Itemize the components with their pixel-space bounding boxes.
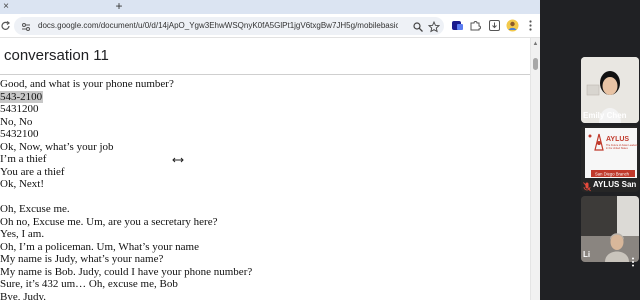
extension-icon[interactable]: [451, 19, 464, 32]
highlighted-text-line: 543-2100: [0, 90, 44, 103]
svg-text:AYLUS: AYLUS: [606, 136, 629, 143]
document-header: conversation 11: [0, 39, 540, 75]
document-line: Ok, Next!: [0, 178, 44, 190]
mic-off-icon: [583, 179, 591, 192]
participant-tile-emily-chen[interactable]: Emily Chen: [581, 57, 639, 123]
address-bar[interactable]: docs.google.com/document/u/0/d/14jApO_Yg…: [14, 17, 444, 35]
profile-icon[interactable]: [506, 19, 519, 32]
more-icon[interactable]: [524, 19, 537, 32]
tab-strip: × +: [0, 0, 540, 14]
document-line: Oh, I’m a policeman. Um, What’s your nam…: [0, 240, 199, 253]
document-line: 5432100: [0, 128, 39, 140]
more-options-icon[interactable]: [629, 254, 637, 267]
document-line: Oh no, Excuse me. Um, are you a secretar…: [0, 215, 218, 228]
document-line: No, No: [0, 115, 33, 128]
downloads-icon[interactable]: [488, 19, 501, 32]
document-line: Oh, Excuse me.: [0, 203, 70, 215]
site-info-icon[interactable]: [20, 20, 32, 32]
participant-tile-aylus-san-diego[interactable]: AYLUS The Future of Asian Leaders in the…: [581, 126, 639, 192]
document-line: Yes, I am.: [0, 228, 45, 240]
document-line: Bye, Judy.: [0, 290, 47, 300]
document-line: My name is Bob. Judy, could I have your …: [0, 265, 253, 278]
tab-close-icon[interactable]: ×: [0, 0, 12, 14]
url-text: docs.google.com/document/u/0/d/14jApO_Yg…: [38, 21, 398, 30]
participant-tile-li[interactable]: Li: [581, 196, 639, 262]
document-line: Ok, Now, what’s your job: [0, 140, 114, 153]
document-scrollbar[interactable]: ▲: [530, 38, 540, 300]
browser-window: × + docs.google.com/document/u/0/d/14jAp…: [0, 0, 540, 300]
svg-text:in the United States: in the United States: [606, 147, 629, 150]
reload-icon[interactable]: [0, 18, 12, 34]
bookmark-star-icon[interactable]: [427, 20, 441, 33]
svg-text:San Diego Branch: San Diego Branch: [595, 172, 630, 177]
puzzle-icon[interactable]: [469, 19, 482, 32]
document-line: Good, and what is your phone number?: [0, 78, 174, 90]
resize-cursor-icon: [171, 155, 185, 165]
scroll-up-icon[interactable]: ▲: [531, 40, 540, 48]
document-line: My name is Judy, what’s your name?: [0, 253, 164, 265]
new-tab-button[interactable]: +: [113, 0, 125, 14]
browser-toolbar: docs.google.com/document/u/0/d/14jApO_Yg…: [0, 14, 540, 38]
document-line: Sure, it’s 432 um… Oh, excuse me, Bob: [0, 278, 178, 290]
document-line: You are a thief: [0, 165, 65, 178]
document-title: conversation 11: [4, 47, 109, 64]
participant-name: AYLUS San Diego: [593, 180, 639, 189]
participant-name: Li: [583, 250, 591, 259]
participant-name: Emily Chen: [583, 111, 627, 120]
document-line: 5431200: [0, 103, 39, 115]
video-call-panel: Emily Chen AYLUS The Future of Asian Lea…: [540, 0, 640, 300]
scroll-thumb[interactable]: [533, 58, 538, 70]
search-icon[interactable]: [412, 20, 424, 32]
document-line: I’m a thief: [0, 153, 47, 165]
document-body: Good, and what is your phone number? 543-…: [0, 76, 530, 300]
